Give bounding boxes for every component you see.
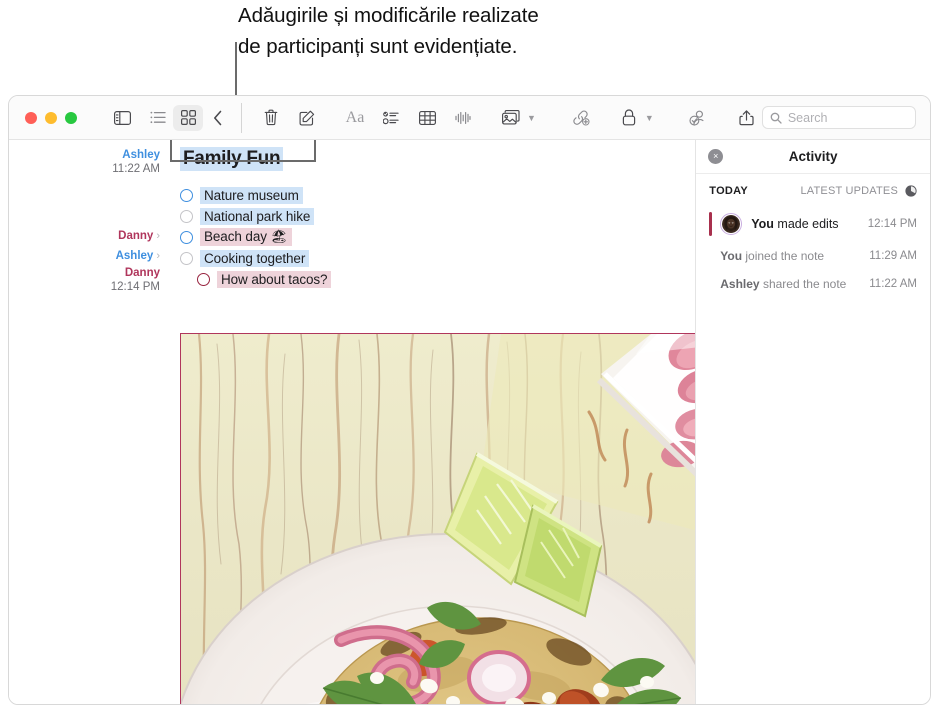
activity-subheader: TODAY LATEST UPDATES	[696, 174, 930, 197]
gutter-name: Ashley	[115, 250, 154, 262]
activity-action: shared the note	[759, 277, 847, 291]
close-window-button[interactable]	[25, 111, 37, 124]
checklist-item[interactable]: Beach day 🏖	[180, 227, 695, 247]
callout-line-1: Adăugirile și modificările realizate	[238, 4, 539, 27]
checkbox-circle-icon[interactable]	[180, 188, 193, 202]
list-view-icon[interactable]	[143, 105, 173, 131]
table-icon[interactable]	[412, 105, 442, 131]
collaborate-icon[interactable]	[684, 105, 714, 131]
activity-entry[interactable]: You joined the note 11:29 AM	[696, 245, 930, 267]
gutter-name: Danny	[118, 230, 154, 242]
checkbox-circle-icon[interactable]	[180, 209, 193, 223]
activity-entry-primary[interactable]: You made edits 12:14 PM	[696, 209, 930, 239]
trash-icon[interactable]	[256, 105, 286, 131]
chevron-right-icon[interactable]: ›	[156, 230, 160, 242]
activity-entry-text: You joined the note	[720, 249, 824, 263]
activity-entry-time: 12:14 PM	[867, 218, 917, 230]
activity-action: joined the note	[742, 249, 825, 263]
gutter-name: Danny	[124, 267, 160, 279]
checklist-item[interactable]: Nature museum	[180, 185, 695, 205]
sidebar-toggle-icon[interactable]	[107, 105, 137, 131]
audio-waveform-icon[interactable]	[448, 105, 478, 131]
lock-icon[interactable]	[614, 105, 644, 131]
gutter-time: 11:22 AM	[112, 163, 160, 175]
notes-window: Aa ▼ ▼ Search Ashley 11:22 AM Danny › As…	[8, 95, 931, 705]
media-chevron-down-icon[interactable]: ▼	[527, 113, 536, 123]
activity-entry-text: Ashley shared the note	[720, 277, 846, 291]
activity-entry-time: 11:22 AM	[869, 278, 917, 290]
gutter-name: Ashley	[122, 149, 160, 161]
activity-action: made edits	[773, 217, 839, 231]
add-link-icon[interactable]	[566, 105, 596, 131]
checkbox-circle-icon[interactable]	[197, 272, 210, 286]
note-content: Family Fun Nature museum National park h…	[180, 140, 695, 290]
note-pane: Ashley 11:22 AM Danny › Ashley › Danny 12:…	[9, 140, 696, 704]
taco-photo-graphic	[181, 334, 696, 704]
checkbox-circle-icon[interactable]	[180, 251, 193, 265]
toolbar: Aa ▼ ▼ Search	[9, 96, 930, 140]
checklist-item[interactable]: How about tacos?	[180, 269, 695, 289]
minimize-window-button[interactable]	[45, 111, 57, 124]
grid-view-icon[interactable]	[173, 104, 203, 131]
traffic-lights	[25, 111, 77, 124]
latest-updates-label: LATEST UPDATES	[800, 185, 898, 197]
toolbar-divider	[241, 102, 242, 133]
window-body: Ashley 11:22 AM Danny › Ashley › Danny 12:…	[9, 140, 930, 704]
activity-header: × Activity	[696, 140, 930, 174]
media-icon[interactable]	[496, 105, 526, 131]
format-text-label: Aa	[345, 108, 365, 126]
format-text-icon[interactable]: Aa	[340, 105, 370, 131]
checklist-item[interactable]: National park hike	[180, 206, 695, 226]
avatar-graphic	[722, 215, 741, 233]
gutter-entry-ashley-1[interactable]: Ashley 11:22 AM	[112, 148, 160, 176]
activity-section-label: TODAY	[709, 185, 749, 197]
avatar[interactable]	[720, 213, 743, 235]
activity-actor: You	[720, 249, 743, 263]
search-placeholder: Search	[787, 110, 828, 125]
activity-title: Activity	[788, 149, 838, 164]
callout-annotation: Adăugirile și modificările realizate de …	[238, 0, 708, 62]
activity-entry[interactable]: Ashley shared the note 11:22 AM	[696, 273, 930, 295]
search-icon	[770, 112, 782, 124]
share-icon[interactable]	[732, 105, 762, 131]
activity-entry-time: 11:29 AM	[869, 250, 917, 262]
gutter-time: 12:14 PM	[110, 281, 160, 293]
checklist-item-label: National park hike	[200, 207, 315, 225]
checklist-item-label: Beach day 🏖	[200, 228, 292, 246]
checklist-icon[interactable]	[376, 105, 406, 131]
checkbox-circle-icon[interactable]	[180, 230, 193, 244]
search-input[interactable]: Search	[761, 106, 916, 129]
compose-note-icon[interactable]	[292, 105, 322, 131]
note-checklist: Nature museum National park hike Beach d…	[180, 185, 695, 289]
unread-indicator	[709, 212, 713, 236]
lock-chevron-down-icon[interactable]: ▼	[645, 113, 654, 123]
clock-icon[interactable]	[905, 185, 917, 197]
gutter-entry-danny-1[interactable]: Danny ›	[118, 226, 160, 244]
checklist-item-label: Nature museum	[200, 186, 303, 204]
back-chevron-icon[interactable]	[203, 105, 233, 131]
chevron-right-icon[interactable]: ›	[156, 250, 160, 262]
checklist-item[interactable]: Cooking together	[180, 248, 695, 268]
activity-actor: Ashley	[720, 277, 760, 291]
edit-attribution-gutter: Ashley 11:22 AM Danny › Ashley › Danny 12:…	[9, 140, 172, 704]
gutter-entry-ashley-2[interactable]: Ashley ›	[116, 246, 160, 264]
maximize-window-button[interactable]	[65, 111, 77, 124]
activity-panel: × Activity TODAY LATEST UPDATES You made…	[695, 140, 930, 704]
gutter-entry-danny-2[interactable]: Danny 12:14 PM	[111, 266, 160, 294]
checklist-item-label: How about tacos?	[217, 270, 332, 288]
callout-line-2: de participanți sunt evidențiate.	[238, 35, 518, 58]
checklist-item-label: Cooking together	[200, 249, 310, 267]
activity-actor: You	[751, 217, 774, 231]
note-photo[interactable]	[180, 333, 696, 704]
callout-bracket	[170, 140, 316, 162]
activity-entry-text: You made edits	[751, 217, 838, 231]
